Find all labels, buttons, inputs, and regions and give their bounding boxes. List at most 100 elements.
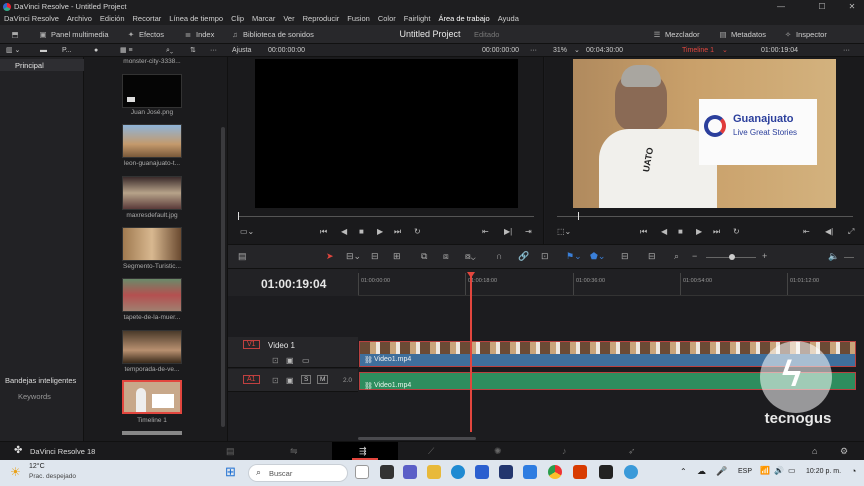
cut-page-icon[interactable]: ⇋ [290,446,298,457]
fit-dropdown[interactable]: Ajusta [232,44,251,57]
minimize-icon[interactable]: — [769,0,793,13]
insert-clip-icon[interactable]: ⧉ [421,251,427,262]
menu-archivo[interactable]: Archivo [63,13,96,25]
menu-ver[interactable]: Ver [279,13,298,25]
mute-button[interactable]: M [317,375,329,384]
effects-button[interactable]: ✦ Efectos [126,25,164,44]
mixer-button[interactable]: ☰ Mezclador [652,25,700,44]
fullscreen-icon[interactable]: ⤢ [848,227,854,237]
davinci-taskbar-icon[interactable] [599,465,613,479]
sort-icon[interactable]: ⇅ [190,44,196,57]
play-icon[interactable]: ▶ [377,227,383,236]
loop-icon[interactable]: ↻ [414,227,421,236]
mark-out-icon[interactable]: ⇥ [525,227,532,236]
media-thumb-tapete[interactable] [122,278,182,312]
replace-clip-icon[interactable]: ⧇⌄ [465,251,476,262]
b-app-icon[interactable] [499,465,513,479]
stop-icon[interactable]: ■ [678,227,683,236]
menu-fairlight[interactable]: Fairlight [400,13,435,25]
chevron-down-icon[interactable]: ⌄ [722,44,728,57]
bin-master[interactable]: Principal [0,59,84,71]
panel-layout-icon[interactable]: ▥ ⌄ [6,44,20,57]
auto-select-icon[interactable]: ▣ [286,356,294,365]
play-reverse-icon[interactable]: ◀ [661,227,667,236]
playhead[interactable] [470,272,472,432]
menu-linea-tiempo[interactable]: Línea de tiempo [165,13,227,25]
zoom-custom-icon[interactable]: ⌕ [674,251,679,262]
timeline-dropdown[interactable]: Timeline 1 [682,44,714,57]
timeline-h-scrollbar[interactable] [358,437,476,440]
inspector-button[interactable]: ✧ Inspector [783,25,827,44]
menu-clip[interactable]: Clip [227,13,248,25]
media-thumb-leon[interactable] [122,124,182,158]
metadata-button[interactable]: ▤ Metadatos [718,25,766,44]
fusion-page-icon[interactable]: ⟋ [428,446,434,457]
speaker-icon[interactable]: 🔈 [828,251,839,262]
tray-app-icon[interactable]: ☁ [697,466,706,477]
more-icon[interactable]: ··· [843,44,850,57]
volume-slider[interactable] [844,257,854,258]
sound-library-button[interactable]: ♫ Biblioteca de sonidos [230,25,314,44]
dynamic-trim-icon[interactable]: ⊟ [371,251,379,262]
maximize-icon[interactable]: ☐ [810,0,834,13]
play-reverse-icon[interactable]: ◀ [341,227,347,236]
menu-color[interactable]: Color [374,13,400,25]
search-icon[interactable]: ⌕⌄ [166,44,173,57]
close-icon[interactable]: ✕ [840,0,864,13]
workspace-icon[interactable]: ⬒ [10,25,23,44]
volume-icon[interactable]: 🔊 [774,466,784,475]
play-icon[interactable]: ▶ [696,227,702,236]
loop-icon[interactable]: ↻ [733,227,740,236]
app-media-icon[interactable] [355,465,369,479]
media-thumb-temporada[interactable] [122,330,182,364]
media-pool-scrollbar[interactable] [221,127,225,427]
marker-icon[interactable]: ⬟⌄ [590,251,605,262]
file-explorer-icon[interactable] [427,465,441,479]
selection-tool-icon[interactable]: ➤ [326,251,334,262]
stop-icon[interactable]: ■ [359,227,364,236]
source-scrubber[interactable] [238,216,534,217]
teams-icon[interactable] [403,465,417,479]
list-view-icon[interactable]: ▬ [40,44,47,57]
index-button[interactable]: ≣ Index [183,25,215,44]
viewer-options-icon[interactable]: ⬚⌄ [557,227,571,236]
edit-page-tab[interactable]: ⇶ [332,442,398,461]
edge-icon[interactable] [451,465,465,479]
go-to-end-icon[interactable]: ⏭ [394,227,401,237]
menu-davinci[interactable]: DaVinci Resolve [0,13,63,25]
menu-area-trabajo[interactable]: Área de trabajo [434,13,493,25]
wifi-icon[interactable]: 📶 [760,466,770,475]
menu-recortar[interactable]: Recortar [129,13,166,25]
zoom-in-icon[interactable]: + [762,251,767,261]
menu-fusion[interactable]: Fusion [343,13,374,25]
settings-gear-icon[interactable]: ⚙ [840,446,848,457]
track-id-a1[interactable]: A1 [243,375,260,384]
menu-reproducir[interactable]: Reproducir [299,13,344,25]
timeline-viewer-screen[interactable]: UATO Guanajuato Live Great Stories [573,59,836,208]
fairlight-page-icon[interactable]: ♪ [562,446,567,456]
track-id-v1[interactable]: V1 [243,340,260,349]
snapping-icon[interactable]: ∩ [496,251,502,261]
flag-icon[interactable]: ⚑⌄ [566,251,582,262]
language-indicator[interactable]: ESP [738,468,752,475]
mark-in-icon[interactable]: ⇤ [803,227,810,236]
blade-tool-icon[interactable]: ⊞ [393,251,401,262]
timeline-view-options-icon[interactable]: ▤ [238,251,247,262]
color-page-icon[interactable]: ✺ [494,446,502,457]
mark-in-icon[interactable]: ⇤ [482,227,489,236]
media-thumb-juan-jose[interactable] [122,74,182,108]
zoom-full-icon[interactable]: ⊟ [621,251,629,262]
overwrite-clip-icon[interactable]: ⧈ [443,251,449,262]
photos-icon[interactable] [523,465,537,479]
go-to-start-icon[interactable]: ⏮ [320,227,327,237]
weather-temp[interactable]: 12°C [29,463,45,470]
battery-icon[interactable]: ▭ [788,466,796,475]
go-to-start-icon[interactable]: ⏮ [640,227,647,237]
media-thumb-segmento[interactable] [122,227,182,261]
chevron-down-icon[interactable]: ⌄ [574,44,580,57]
deliver-page-icon[interactable]: ➶ [628,446,636,457]
timeline-ruler[interactable]: 01:00:00:00 01:00:18:00 01:00:36:00 01:00:5… [358,269,864,296]
auto-select-icon[interactable]: ▣ [286,376,294,385]
taskbar-search-box[interactable]: ⌕ Buscar [248,464,348,482]
menu-ayuda[interactable]: Ayuda [494,13,523,25]
